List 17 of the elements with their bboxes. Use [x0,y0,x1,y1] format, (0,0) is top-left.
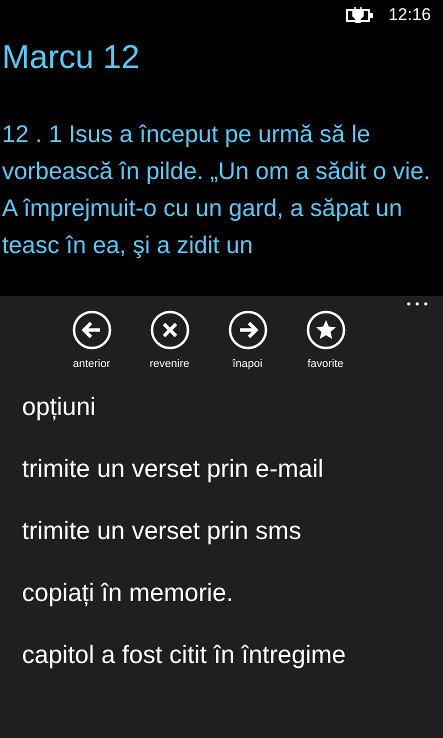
arrow-left-icon[interactable] [72,310,112,350]
battery-charging-icon [346,7,374,23]
clock-time: 12:16 [388,5,431,25]
menu-item[interactable]: opțiuni [22,392,443,454]
menu-item[interactable]: capitol a fost citit în întregime [22,640,443,702]
verse-text: 12 . 1 Isus a început pe urmă să le vorbească în pilde. „Un om a sădit o vie. A împrejmuit-o cu un gard, a săpat un teasc în ea, şi a zidit un [2,120,432,261]
button-label[interactable]: favorite [307,358,344,370]
button-label[interactable]: anterior [72,358,110,370]
page-title: Marcu 12 [2,38,141,76]
arrow-right-icon[interactable] [228,310,268,350]
menu-item[interactable]: trimite un verset prin e-mail [22,454,443,516]
menu-item[interactable]: trimite un verset prin sms [22,516,443,578]
button-label[interactable]: revenire [150,358,190,370]
more-button[interactable]: ••• [406,298,431,311]
close-icon[interactable] [150,310,190,350]
menu-item[interactable]: copiați în memorie. [22,578,443,640]
button-label[interactable]: înapoi [232,358,262,370]
